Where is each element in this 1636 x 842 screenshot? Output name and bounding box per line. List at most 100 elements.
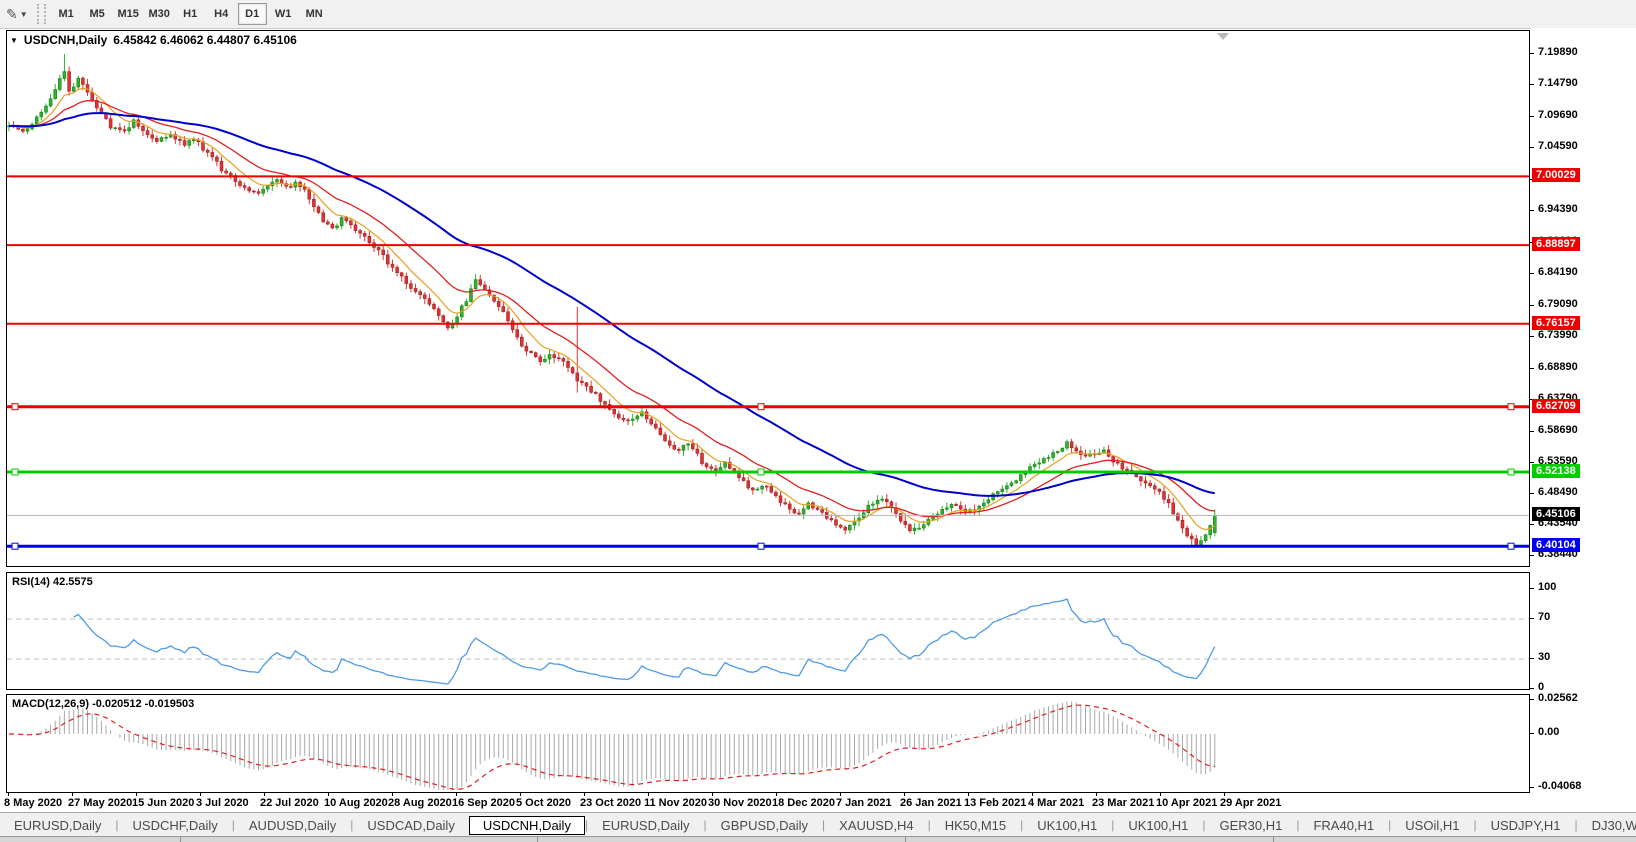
macd-axis-tick-label: -0.04068 xyxy=(1538,780,1581,792)
hline-drag-handle[interactable] xyxy=(1508,469,1514,475)
macd-axis-tick-tickmark xyxy=(1530,699,1534,700)
panel-column-divider xyxy=(180,837,181,842)
tab-hk50-m15[interactable]: HK50,M15 xyxy=(931,816,1020,835)
date-tickmark xyxy=(1160,793,1161,796)
macd-canvas[interactable] xyxy=(7,695,1529,792)
tab-fra40-h1[interactable]: FRA40,H1 xyxy=(1299,816,1388,835)
timeframe-button-d1[interactable]: D1 xyxy=(238,3,267,25)
ma-fast-orange xyxy=(9,88,1215,529)
price-axis-tick-tickmark xyxy=(1530,273,1534,274)
date-axis-label: 22 Jul 2020 xyxy=(260,797,319,809)
price-axis[interactable]: 7.198907.147907.096907.045906.994906.943… xyxy=(1530,28,1636,812)
tab-dj30-weekly[interactable]: DJ30,Weekly xyxy=(1578,816,1636,835)
timeframe-button-m15[interactable]: M15 xyxy=(114,3,143,25)
hline-drag-handle[interactable] xyxy=(1508,404,1514,410)
date-axis-label: 29 Apr 2021 xyxy=(1220,797,1281,809)
price-chart-pane[interactable] xyxy=(6,30,1530,567)
timeframe-button-mn[interactable]: MN xyxy=(300,3,329,25)
chart-tab-bar: EURUSD,Daily|USDCHF,Daily|AUDUSD,Daily|U… xyxy=(0,812,1636,837)
timeframe-buttons: M1M5M15M30H1H4D1W1MN xyxy=(51,3,330,25)
tab-audusd-daily[interactable]: AUDUSD,Daily xyxy=(235,816,350,835)
price-axis-tick-label: 7.19890 xyxy=(1538,46,1578,58)
date-axis-label: 4 Mar 2021 xyxy=(1028,797,1084,809)
timeframe-button-m1[interactable]: M1 xyxy=(52,3,81,25)
level-price-badge: 6.40104 xyxy=(1532,538,1580,552)
price-axis-tick-label: 6.68890 xyxy=(1538,361,1578,373)
price-axis-tick-tickmark xyxy=(1530,368,1534,369)
rsi-line xyxy=(74,599,1215,684)
tab-ger30-h1[interactable]: GER30,H1 xyxy=(1205,816,1296,835)
level-price-badge: 6.62709 xyxy=(1532,399,1580,413)
tab-usdcnh-daily[interactable]: USDCNH,Daily xyxy=(469,816,585,835)
rsi-axis-tick-tickmark xyxy=(1530,618,1534,619)
macd-indicator-label: MACD(12,26,9) -0.020512 -0.019503 xyxy=(12,698,194,710)
date-axis-label: 23 Mar 2021 xyxy=(1092,797,1154,809)
draw-tool-caret-icon[interactable]: ▼ xyxy=(20,10,28,19)
tab-usdjpy-h1[interactable]: USDJPY,H1 xyxy=(1477,816,1575,835)
chart-shift-marker-icon[interactable] xyxy=(1217,33,1229,40)
price-axis-tick-tickmark xyxy=(1530,336,1534,337)
rsi-axis-tick-label: 70 xyxy=(1538,611,1550,623)
last-price-badge: 6.45106 xyxy=(1532,507,1580,521)
date-tickmark xyxy=(904,793,905,796)
tab-usdcad-daily[interactable]: USDCAD,Daily xyxy=(353,816,468,835)
hline-drag-handle[interactable] xyxy=(758,543,764,549)
tab-uk100-h1[interactable]: UK100,H1 xyxy=(1023,816,1111,835)
macd-axis-tick-label: 0.00 xyxy=(1538,726,1559,738)
chart-collapse-icon[interactable]: ▼ xyxy=(10,36,18,45)
date-axis[interactable]: 8 May 202027 May 202015 Jun 20203 Jul 20… xyxy=(0,793,1530,812)
timeframe-button-h4[interactable]: H4 xyxy=(207,3,236,25)
tab-eurusd-daily[interactable]: EURUSD,Daily xyxy=(588,816,703,835)
price-axis-tick-tickmark xyxy=(1530,462,1534,463)
macd-indicator-pane[interactable] xyxy=(6,694,1530,793)
level-price-badge: 6.52138 xyxy=(1532,464,1580,478)
toolbar-drag-handle[interactable] xyxy=(37,4,46,24)
macd-axis-tick-label: 0.02562 xyxy=(1538,692,1578,704)
date-tickmark xyxy=(72,793,73,796)
date-tickmark xyxy=(456,793,457,796)
hline-drag-handle[interactable] xyxy=(12,469,18,475)
macd-axis-tick-tickmark xyxy=(1530,733,1534,734)
macd-histogram xyxy=(9,701,1215,790)
date-tickmark xyxy=(392,793,393,796)
panel-column-divider xyxy=(1273,837,1274,842)
date-tickmark xyxy=(1224,793,1225,796)
date-tickmark xyxy=(1032,793,1033,796)
rsi-indicator-pane[interactable] xyxy=(6,572,1530,690)
macd-axis-tick-tickmark xyxy=(1530,787,1534,788)
timeframe-button-m30[interactable]: M30 xyxy=(145,3,174,25)
draw-tool-icon[interactable]: ✎ xyxy=(0,6,20,23)
hline-drag-handle[interactable] xyxy=(12,404,18,410)
level-price-badge: 6.88897 xyxy=(1532,237,1580,251)
tab-usdchf-daily[interactable]: USDCHF,Daily xyxy=(119,816,232,835)
price-axis-tick-label: 6.94390 xyxy=(1538,203,1578,215)
ma-mid-red xyxy=(9,101,1215,517)
tab-gbpusd-daily[interactable]: GBPUSD,Daily xyxy=(707,816,822,835)
timeframe-button-h1[interactable]: H1 xyxy=(176,3,205,25)
chart-ohlc-values: 6.45842 6.46062 6.44807 6.45106 xyxy=(113,33,297,47)
date-axis-label: 27 May 2020 xyxy=(68,797,132,809)
timeframe-button-m5[interactable]: M5 xyxy=(83,3,112,25)
tab-eurusd-daily[interactable]: EURUSD,Daily xyxy=(0,816,115,835)
date-tickmark xyxy=(136,793,137,796)
terminal-panel-edge xyxy=(0,836,1636,842)
rsi-canvas[interactable] xyxy=(7,573,1529,689)
tab-usoil-h1[interactable]: USOil,H1 xyxy=(1391,816,1473,835)
date-axis-label: 3 Jul 2020 xyxy=(196,797,249,809)
price-axis-tick-tickmark xyxy=(1530,53,1534,54)
hline-drag-handle[interactable] xyxy=(758,404,764,410)
price-chart-canvas[interactable] xyxy=(7,31,1529,566)
rsi-axis-tick-tickmark xyxy=(1530,688,1534,689)
hline-drag-handle[interactable] xyxy=(758,469,764,475)
rsi-axis-tick-label: 100 xyxy=(1538,581,1556,593)
tab-uk100-h1[interactable]: UK100,H1 xyxy=(1114,816,1202,835)
date-axis-label: 30 Nov 2020 xyxy=(708,797,772,809)
timeframe-button-w1[interactable]: W1 xyxy=(269,3,298,25)
hline-drag-handle[interactable] xyxy=(12,543,18,549)
hline-drag-handle[interactable] xyxy=(1508,543,1514,549)
date-tickmark xyxy=(520,793,521,796)
tab-xauusd-h4[interactable]: XAUUSD,H4 xyxy=(825,816,927,835)
level-price-badge: 6.76157 xyxy=(1532,316,1580,330)
price-axis-tick-label: 6.79090 xyxy=(1538,298,1578,310)
price-axis-tick-label: 7.09690 xyxy=(1538,109,1578,121)
